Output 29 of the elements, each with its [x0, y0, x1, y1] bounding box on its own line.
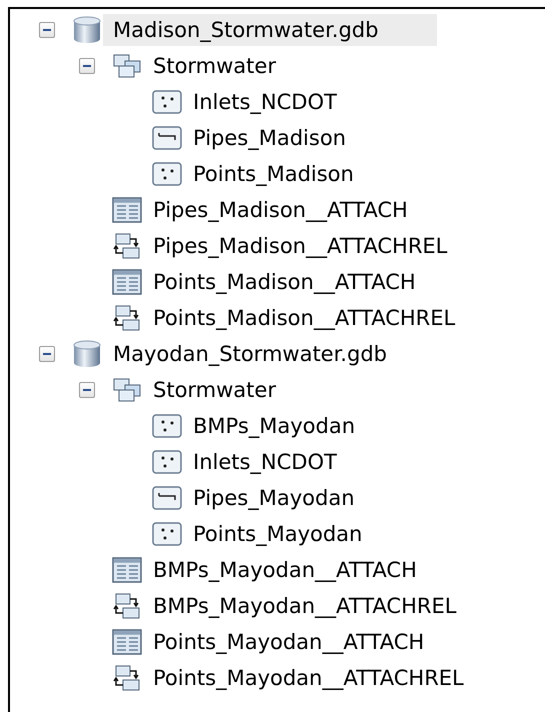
collapse-toggle[interactable] — [39, 22, 55, 38]
tree-item[interactable]: Stormwater — [143, 50, 282, 82]
table-icon — [111, 195, 143, 225]
tree-item[interactable]: Inlets_NCDOT — [183, 446, 343, 478]
table-icon — [111, 555, 143, 585]
tree-item[interactable]: Stormwater — [143, 374, 282, 406]
tree-item[interactable]: Pipes_Madison — [183, 122, 352, 154]
tree-item[interactable]: Points_Mayodan — [183, 518, 368, 550]
tree-item[interactable]: Mayodan_Stormwater.gdb — [103, 338, 393, 370]
tree-item[interactable]: Pipes_Mayodan — [183, 482, 360, 514]
tree-item[interactable]: Pipes_Madison__ATTACH — [143, 194, 414, 226]
collapse-toggle[interactable] — [79, 382, 95, 398]
tree-item[interactable]: BMPs_Mayodan — [183, 410, 362, 442]
table-icon — [111, 627, 143, 657]
collapse-toggle[interactable] — [79, 58, 95, 74]
tree-item[interactable]: Points_Madison__ATTACH — [143, 266, 422, 298]
tree-item[interactable]: Pipes_Madison__ATTACHREL — [143, 230, 454, 262]
database-icon — [71, 15, 103, 45]
tree-item[interactable]: Points_Madison — [183, 158, 360, 190]
table-icon — [111, 267, 143, 297]
tree-item[interactable]: Inlets_NCDOT — [183, 86, 343, 118]
tree-item[interactable]: BMPs_Mayodan__ATTACHREL — [143, 590, 462, 622]
tree-item[interactable]: Madison_Stormwater.gdb — [103, 14, 437, 46]
tree-item[interactable]: Points_Mayodan__ATTACH — [143, 626, 430, 658]
tree-item[interactable]: Points_Mayodan__ATTACHREL — [143, 662, 470, 694]
tree-item[interactable]: BMPs_Mayodan__ATTACH — [143, 554, 423, 586]
collapse-toggle[interactable] — [39, 346, 55, 362]
tree-item[interactable]: Points_Madison__ATTACHREL — [143, 302, 462, 334]
database-icon — [71, 339, 103, 369]
